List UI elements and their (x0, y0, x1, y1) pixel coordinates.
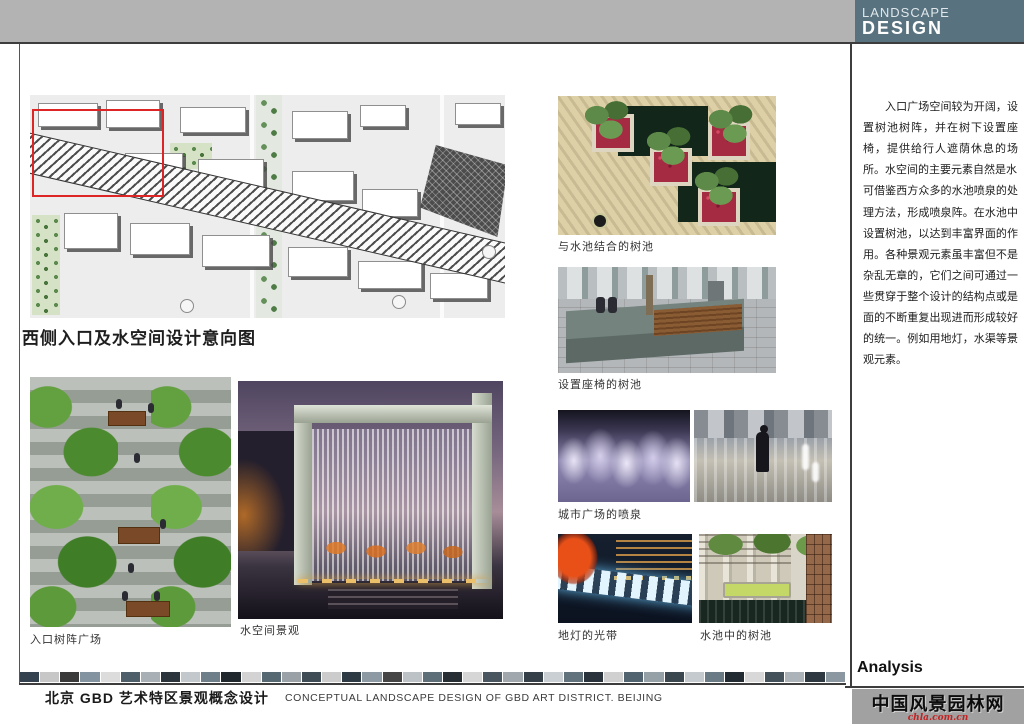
bench (126, 601, 170, 617)
plan-building (130, 223, 190, 255)
analysis-heading: Analysis (857, 659, 923, 677)
photo-water-space (238, 381, 503, 619)
analysis-underline (845, 686, 1024, 688)
photo-pool-trees (699, 534, 832, 623)
sidebar-paragraph-2: 可借鉴西方众多的水池喷泉的处理方法，形成喷泉阵。在水池中设置树池，以达到丰富界面… (863, 181, 1018, 371)
brand-block: LANDSCAPE DESIGN (855, 0, 1024, 42)
lamp (594, 215, 606, 227)
brick-building (806, 534, 832, 623)
photo-wet-plaza (694, 410, 832, 502)
person (608, 297, 617, 313)
tree (704, 100, 760, 148)
site-watermark-logo: 中国风景园林网 chla.com.cn (852, 689, 1024, 724)
project-title-en: CONCEPTUAL LANDSCAPE DESIGN OF GBD ART D… (285, 692, 663, 704)
person (122, 591, 128, 601)
caption-pool-trees: 水池中的树池 (700, 627, 772, 643)
plan-building (292, 111, 348, 139)
sidebar-paragraph-1: 入口广场空间较为开阔，设置树池树阵，并在树下设置座椅，提供给行人遮荫休息的场所。… (863, 97, 1018, 181)
person (160, 519, 166, 529)
tree (690, 162, 746, 210)
photo-entrance-plaza (30, 377, 231, 627)
footer-divider-line (19, 683, 846, 685)
design-board-page: LANDSCAPE DESIGN 西侧入口及水空间设计意向图 (0, 0, 1024, 724)
photo-fountain (558, 410, 690, 502)
plan-building (360, 105, 406, 127)
water-jet (812, 462, 819, 482)
person (154, 591, 160, 601)
person (128, 563, 134, 573)
photo-tree-pool-bench (558, 267, 776, 373)
plan-tree-circle (180, 299, 194, 313)
fountain-spray (558, 410, 690, 502)
top-divider-line (0, 42, 1024, 44)
photo-tree-pool-water (558, 96, 776, 235)
plan-building (358, 261, 422, 289)
caption-tree-pool-water: 与水池结合的树池 (558, 238, 654, 254)
sidebar-analysis-text: 入口广场空间较为开阔，设置树池树阵，并在树下设置座椅，提供给行人遮荫休息的场所。… (863, 97, 1018, 371)
caption-fountain: 城市广场的喷泉 (558, 506, 642, 522)
plan-dark-plaza (420, 145, 505, 237)
tree-trunk (646, 275, 653, 315)
plan-building (64, 213, 118, 249)
person (596, 297, 605, 313)
water-jet (802, 444, 809, 470)
sidebar-divider-line (850, 44, 852, 686)
plan-building (202, 235, 270, 267)
water-channel (699, 600, 809, 623)
foliage-left (30, 377, 118, 627)
warm-lights-glow (312, 531, 472, 565)
plan-building (288, 247, 348, 277)
person (756, 432, 769, 472)
base-light-row (298, 579, 488, 583)
bench (118, 527, 160, 544)
photo-light-band (558, 534, 692, 623)
caption-water-space: 水空间景观 (240, 622, 300, 638)
plan-building (455, 103, 501, 125)
storefronts (558, 267, 776, 299)
plan-caption: 西侧入口及水空间设计意向图 (22, 324, 256, 349)
person (134, 453, 140, 463)
caption-entrance-plaza: 入口树阵广场 (30, 631, 102, 647)
plan-highlight-red-box (32, 109, 164, 197)
frame-post-left (294, 413, 312, 585)
left-border-line (19, 44, 20, 683)
frame-beam (294, 405, 492, 423)
tree (580, 96, 636, 144)
person (116, 399, 122, 409)
site-plan-drawing (30, 95, 505, 318)
person (148, 403, 154, 413)
caption-tree-pool-bench: 设置座椅的树池 (558, 376, 642, 392)
project-title-cn: 北京 GBD 艺术特区景观概念设计 (45, 688, 269, 708)
steps (328, 589, 458, 609)
brand-line2: DESIGN (862, 18, 1024, 39)
foliage-right (151, 377, 231, 627)
plan-tree-circle (392, 295, 406, 309)
lit-building (238, 431, 296, 551)
planter (723, 582, 791, 598)
plan-tree-circle (482, 245, 496, 259)
bench (108, 411, 146, 426)
plan-building (180, 107, 246, 133)
caption-light-band: 地灯的光带 (558, 627, 618, 643)
pergola-lights (616, 540, 692, 574)
color-strip (20, 672, 846, 682)
red-lit-tree (558, 534, 610, 602)
plan-green-patch (32, 215, 60, 315)
